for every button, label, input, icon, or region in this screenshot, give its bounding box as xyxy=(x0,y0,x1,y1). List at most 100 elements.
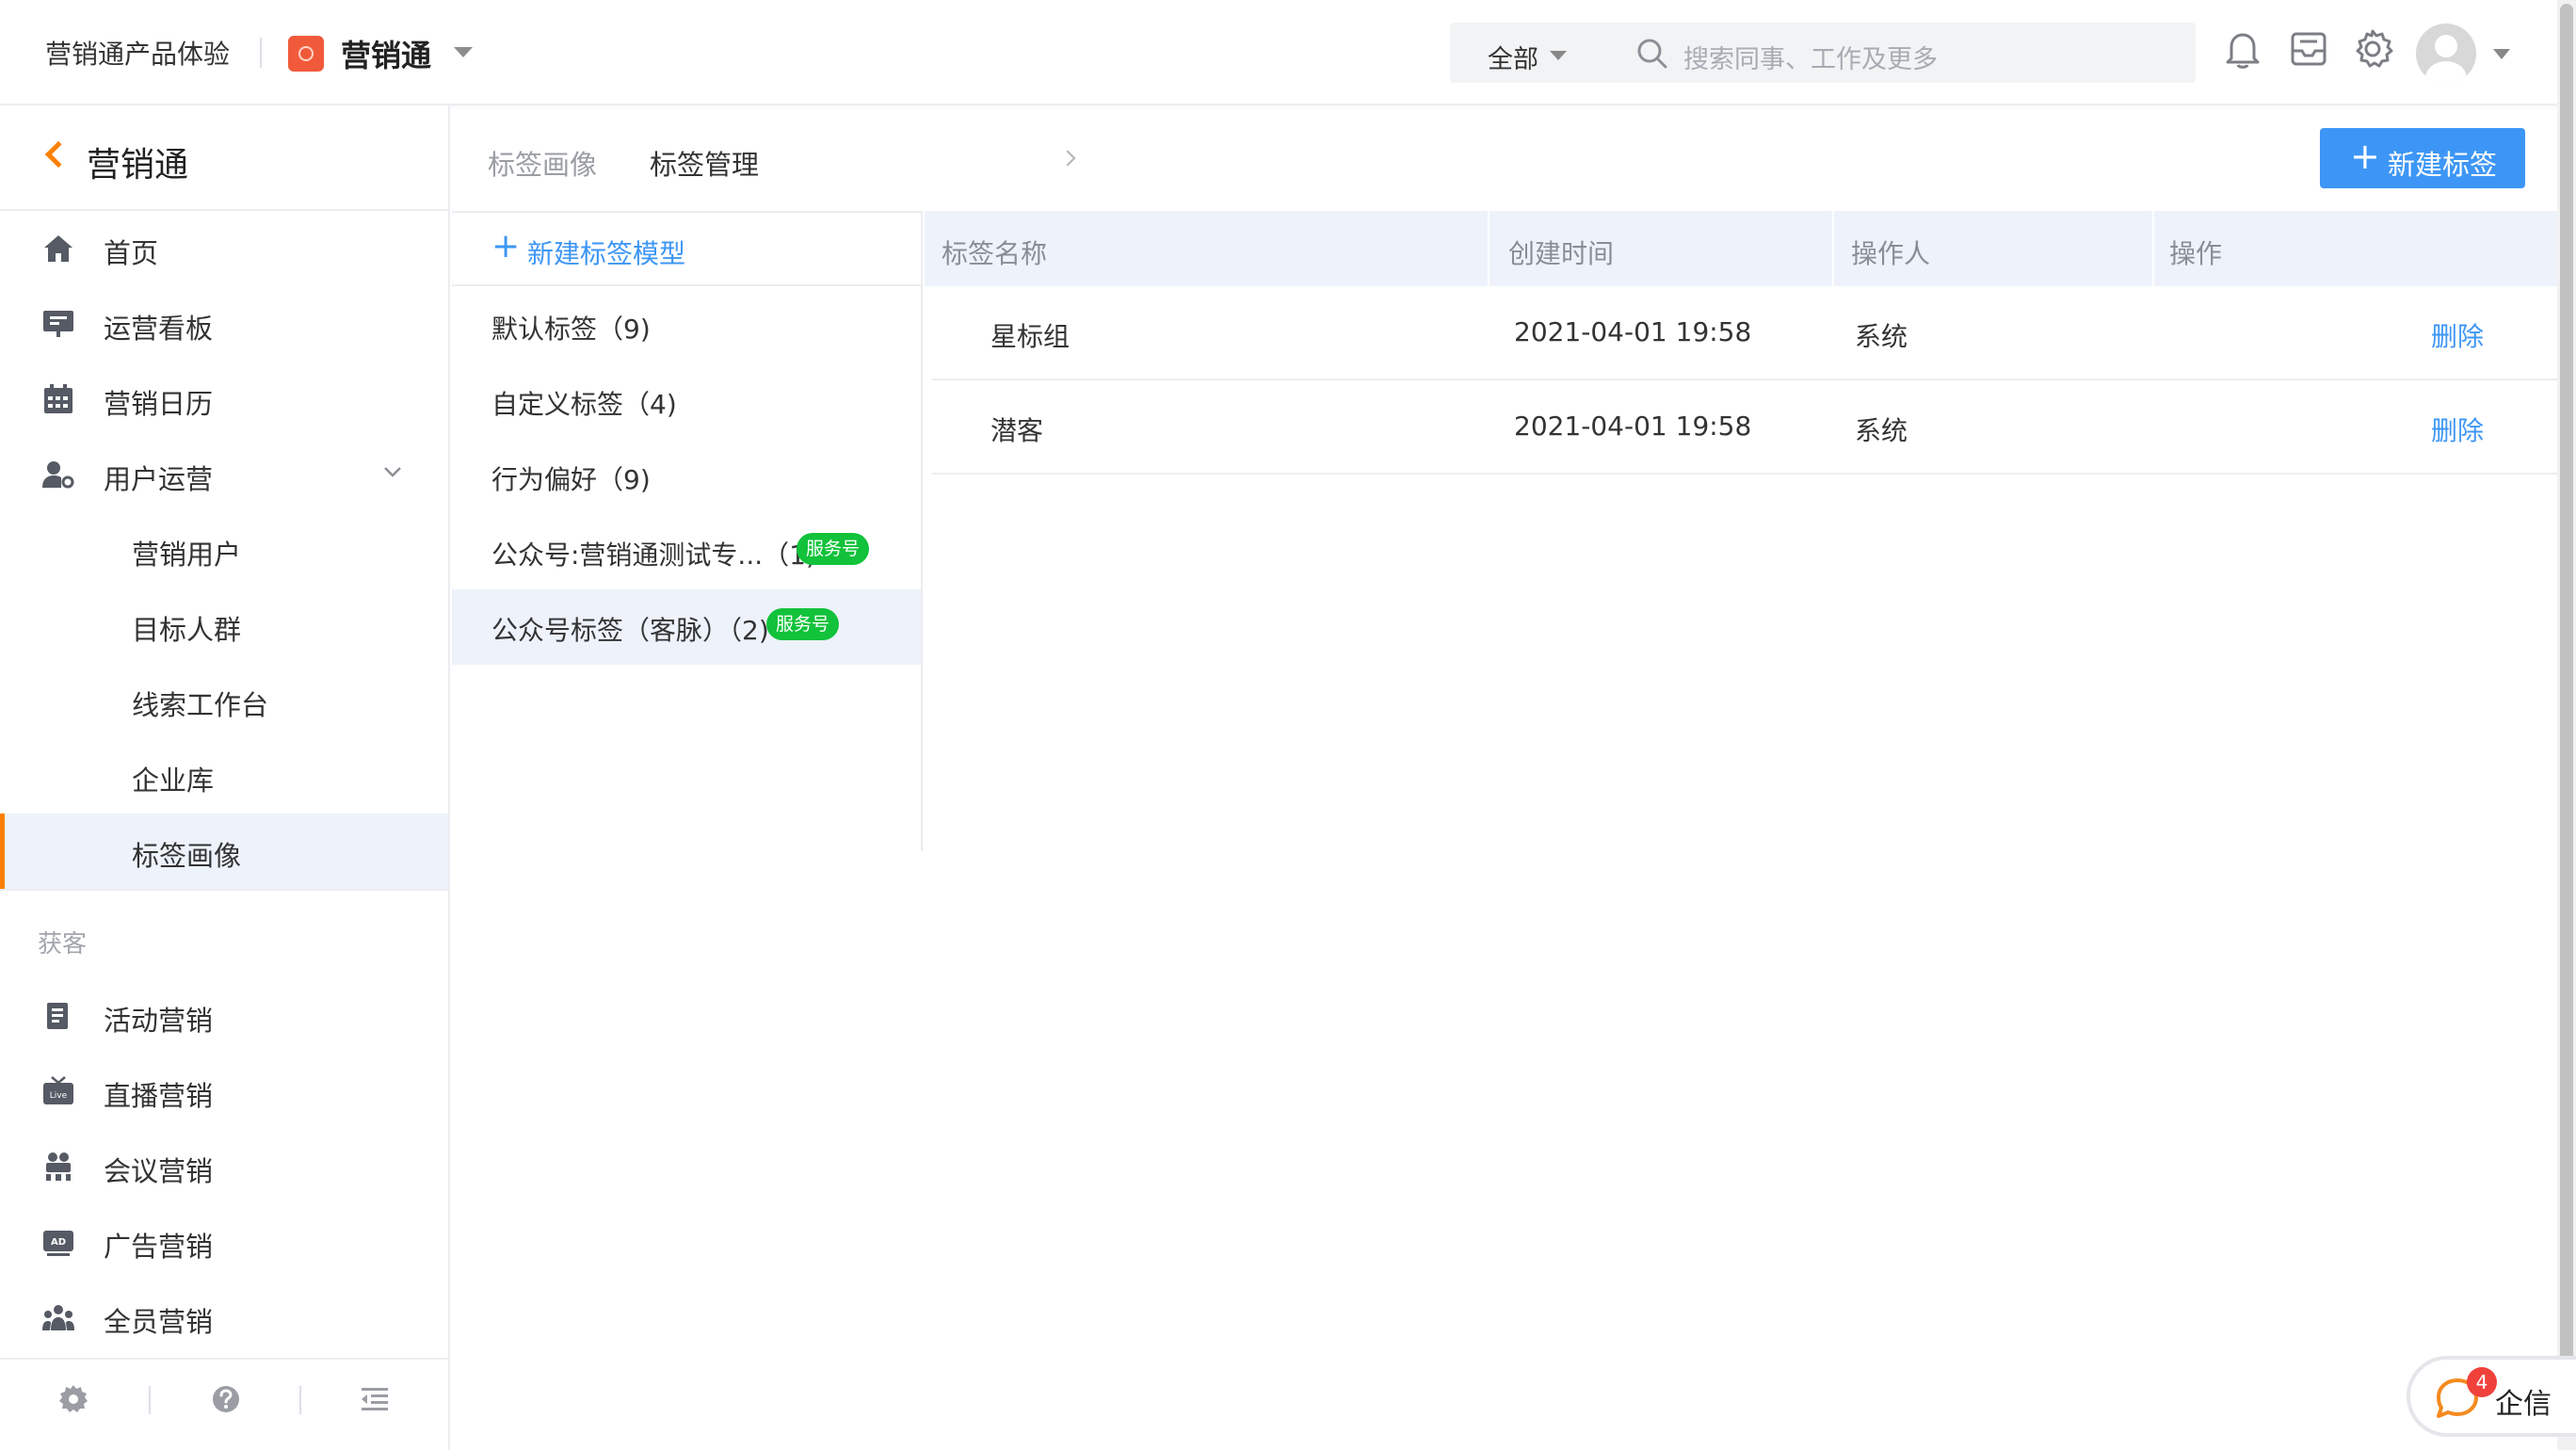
home-icon xyxy=(44,235,72,262)
sidebar-item-label: 首页 xyxy=(104,237,159,269)
tag-model-item[interactable]: 自定义标签（4) xyxy=(452,363,921,439)
sidebar-item-target-audience[interactable]: 目标人群 xyxy=(0,588,448,663)
footer-separator xyxy=(149,1386,151,1414)
sidebar-section-label: 获客 xyxy=(38,930,88,959)
sidebar-item-home[interactable]: 首页 xyxy=(0,211,448,286)
all-staff-icon xyxy=(42,1305,74,1330)
sidebar-item-company-library[interactable]: 企业库 xyxy=(0,738,448,814)
sidebar-item-label: 营销用户 xyxy=(132,539,242,571)
tag-name-cell: 星标组 xyxy=(990,321,1071,352)
table-row: 潜客 2021-04-01 19:58 系统 删除 xyxy=(932,380,2557,475)
sidebar-item-label: 直播营销 xyxy=(104,1080,214,1112)
footer-separator xyxy=(299,1386,301,1414)
operator-cell: 系统 xyxy=(1855,415,1908,446)
ad-icon: AD xyxy=(43,1231,73,1256)
chevron-down-icon[interactable] xyxy=(1550,51,1567,60)
sidebar-title[interactable]: 营销通 xyxy=(87,137,188,186)
tag-model-label: 默认标签（9) xyxy=(491,314,651,345)
gear-icon[interactable] xyxy=(56,1382,90,1416)
sidebar-item-ad-marketing[interactable]: AD 广告营销 xyxy=(0,1204,448,1280)
column-divider xyxy=(1832,211,1834,286)
tag-model-item[interactable]: 行为偏好（9) xyxy=(452,439,921,514)
bell-icon[interactable] xyxy=(2220,26,2265,72)
global-search: 全部 搜索同事、工作及更多 xyxy=(1450,23,2196,83)
sidebar-item-label: 目标人群 xyxy=(132,614,242,646)
sidebar-item-user-ops[interactable]: 用户运营 xyxy=(0,437,448,512)
inbox-icon[interactable] xyxy=(2286,26,2331,72)
brand-name[interactable]: 营销通 xyxy=(341,32,431,75)
sidebar-item-tag-profile[interactable]: 标签画像 xyxy=(0,814,448,889)
tag-model-label: 公众号标签（客脉）（2) xyxy=(491,615,769,646)
sidebar-item-all-staff-marketing[interactable]: 全员营销 xyxy=(0,1280,448,1355)
calendar-icon xyxy=(44,384,72,413)
meeting-icon xyxy=(46,1152,71,1181)
app-name[interactable]: 营销通产品体验 xyxy=(45,34,230,72)
user-avatar[interactable] xyxy=(2416,24,2476,84)
sidebar-item-label: 会议营销 xyxy=(104,1155,214,1187)
delete-link[interactable]: 删除 xyxy=(2431,411,2484,448)
top-divider xyxy=(260,38,262,68)
tag-model-label: 自定义标签（4) xyxy=(491,389,677,420)
settings-gear-icon[interactable] xyxy=(2350,26,2395,72)
svg-text:Live: Live xyxy=(50,1091,68,1101)
qixin-chat-button[interactable]: 4 企信 xyxy=(2407,1356,2576,1437)
tag-model-list: + 新建标签模型 默认标签（9) 自定义标签（4) 行为偏好（9) 公众号:营销… xyxy=(452,211,923,851)
sidebar: 营销通 首页 运营看板 营销日历 用户运营 营销用户 目标人群 线索工作台 企业… xyxy=(0,105,450,1450)
table-header: 标签名称 创建时间 操作人 操作 xyxy=(925,211,2557,286)
tag-model-item[interactable]: 公众号:营销通测试专...（1) 服务号 xyxy=(452,514,921,589)
service-account-badge: 服务号 xyxy=(766,608,840,640)
created-time-cell: 2021-04-01 19:58 xyxy=(1514,411,1752,442)
new-tag-button[interactable]: + 新建标签 xyxy=(2320,128,2525,188)
tag-model-item[interactable]: 公众号标签（客脉）（2) 服务号 xyxy=(452,589,921,665)
sidebar-item-meeting-marketing[interactable]: 会议营销 xyxy=(0,1129,448,1204)
delete-link[interactable]: 删除 xyxy=(2431,316,2484,354)
search-input[interactable]: 搜索同事、工作及更多 xyxy=(1683,39,1938,75)
sidebar-item-label: 企业库 xyxy=(132,765,215,797)
unread-count-badge: 4 xyxy=(2467,1367,2497,1397)
sidebar-item-live-marketing[interactable]: Live 直播营销 xyxy=(0,1054,448,1129)
sidebar-item-label: 线索工作台 xyxy=(132,689,269,721)
back-arrow-icon[interactable] xyxy=(44,140,72,169)
svg-text:AD: AD xyxy=(51,1237,66,1248)
column-divider xyxy=(1488,211,1489,286)
user-ops-icon xyxy=(42,461,74,489)
sidebar-item-label: 广告营销 xyxy=(104,1231,214,1263)
sidebar-item-leads-workbench[interactable]: 线索工作台 xyxy=(0,663,448,738)
sidebar-item-label: 营销日历 xyxy=(104,388,214,420)
sidebar-item-marketing-users[interactable]: 营销用户 xyxy=(0,512,448,588)
scrollbar-thumb[interactable] xyxy=(2560,4,2573,1397)
collapse-menu-icon[interactable] xyxy=(358,1382,392,1416)
sidebar-footer-divider xyxy=(0,1358,448,1360)
sidebar-item-dashboard[interactable]: 运营看板 xyxy=(0,286,448,362)
sidebar-item-activity-marketing[interactable]: 活动营销 xyxy=(0,978,448,1054)
activity-icon xyxy=(47,1003,68,1029)
tag-model-label: 行为偏好（9) xyxy=(491,464,651,495)
tag-model-item[interactable]: 默认标签（9) xyxy=(452,288,921,363)
chevron-down-icon[interactable] xyxy=(382,461,403,482)
breadcrumb-parent[interactable]: 标签画像 xyxy=(488,143,597,183)
search-scope-select[interactable]: 全部 xyxy=(1488,39,1538,75)
sidebar-item-calendar[interactable]: 营销日历 xyxy=(0,362,448,437)
table-row: 星标组 2021-04-01 19:58 系统 删除 xyxy=(932,286,2557,380)
qixin-label: 企信 xyxy=(2495,1388,2552,1421)
help-icon[interactable] xyxy=(209,1382,243,1416)
brand-dropdown-icon[interactable] xyxy=(454,47,473,57)
chevron-down-icon[interactable] xyxy=(2493,49,2510,59)
sidebar-item-label: 运营看板 xyxy=(104,313,214,345)
sidebar-item-label: 活动营销 xyxy=(104,1005,214,1037)
tag-name-cell: 潜客 xyxy=(990,415,1044,446)
breadcrumb-separator-icon xyxy=(1059,150,1076,167)
column-header-tag-name: 标签名称 xyxy=(942,238,1048,269)
plus-icon: + xyxy=(2350,136,2380,177)
search-icon[interactable] xyxy=(1636,38,1668,70)
column-header-actions: 操作 xyxy=(2169,238,2223,269)
sidebar-item-label: 用户运营 xyxy=(104,463,214,495)
service-account-badge: 服务号 xyxy=(797,533,870,565)
operator-cell: 系统 xyxy=(1855,321,1908,352)
new-tag-model-button[interactable]: + 新建标签模型 xyxy=(452,213,921,286)
sidebar-divider xyxy=(0,889,448,891)
tag-model-label: 公众号:营销通测试专...（1) xyxy=(491,540,816,571)
created-time-cell: 2021-04-01 19:58 xyxy=(1514,316,1752,347)
column-header-operator: 操作人 xyxy=(1851,238,1931,269)
brand-logo-icon[interactable] xyxy=(288,36,324,72)
